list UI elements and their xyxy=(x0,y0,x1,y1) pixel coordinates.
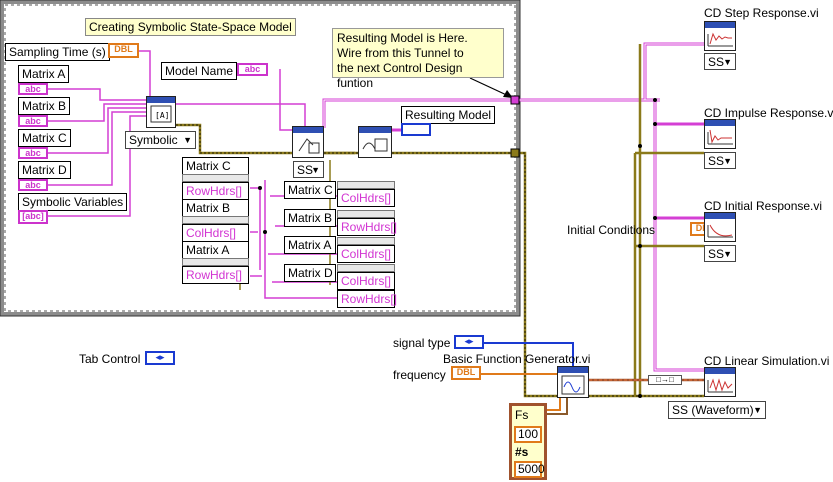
matrix-a-label: Matrix A xyxy=(18,65,70,83)
matrix-d-label: Matrix D xyxy=(18,161,71,179)
matrix-b-label: Matrix B xyxy=(18,97,71,115)
prop-title-matrix-b-right: Matrix B xyxy=(284,209,336,227)
tab-control-terminal[interactable]: ◂▸ xyxy=(145,351,175,365)
matrix-c-terminal[interactable]: abc xyxy=(18,147,48,159)
chevron-down-icon: ▼ xyxy=(723,156,732,166)
chevron-down-icon: ▼ xyxy=(183,135,192,145)
comment-line-1: Resulting Model is Here. xyxy=(337,31,468,45)
prop-colhdrs-b[interactable]: ColHdrs[] xyxy=(182,224,249,242)
linear-simulation-ring-value: SS (Waveform) xyxy=(672,403,754,417)
prop-colhdrs-c[interactable]: ColHdrs[] xyxy=(337,189,395,207)
symbolic-variables-label: Symbolic Variables xyxy=(18,193,128,211)
prop-ref-bar xyxy=(337,237,395,245)
sequence-frame-label: Creating Symbolic State-Space Model xyxy=(85,18,296,36)
prop-rowhdrs-c[interactable]: RowHdrs[] xyxy=(182,182,249,200)
initial-response-title: CD Initial Response.vi xyxy=(704,199,823,213)
fs-label: Fs xyxy=(515,408,529,422)
chevron-down-icon: ▼ xyxy=(723,249,732,259)
initial-response-ring-value: SS xyxy=(708,247,725,261)
linear-simulation-icon[interactable] xyxy=(704,367,736,397)
enum-icon: ◂▸ xyxy=(155,352,165,362)
signal-type-label: signal type xyxy=(393,336,451,350)
prop-colhdrs-d[interactable]: ColHdrs[] xyxy=(337,272,395,290)
chevron-down-icon: ▼ xyxy=(723,57,732,67)
fs-cluster: Fs 100 #s 5000 xyxy=(509,403,547,480)
frequency-label: frequency xyxy=(393,368,446,382)
prop-title-matrix-c: Matrix C xyxy=(182,157,249,175)
prop-title-matrix-a: Matrix A xyxy=(182,241,249,259)
impulse-response-title: CD Impulse Response.vi xyxy=(704,106,833,120)
prop-ref-bar xyxy=(337,181,395,189)
initial-response-icon[interactable] xyxy=(704,212,736,242)
left-property-nodes: Matrix C RowHdrs[] Matrix B ColHdrs[] Ma… xyxy=(182,157,249,285)
model-name-terminal[interactable]: abc xyxy=(237,63,268,76)
function-generator-icon[interactable] xyxy=(557,366,589,398)
impulse-response-icon[interactable] xyxy=(704,119,736,149)
ss-ring-middle[interactable]: SS ▼ xyxy=(293,161,324,178)
linear-simulation-ring[interactable]: SS (Waveform) ▼ xyxy=(668,401,766,419)
enum-icon: ◂▸ xyxy=(464,336,474,346)
sampling-time-label: Sampling Time (s) xyxy=(5,43,110,61)
resulting-model-terminal xyxy=(401,123,431,136)
signal-type-terminal[interactable]: ◂▸ xyxy=(454,335,484,349)
initial-conditions-label: Initial Conditions xyxy=(567,223,656,237)
tab-control-label: Tab Control xyxy=(79,352,141,366)
construct-ss-model-icon[interactable]: [A] xyxy=(146,96,176,128)
prop-title-matrix-a-right: Matrix A xyxy=(284,236,336,254)
step-response-ring[interactable]: SS ▼ xyxy=(704,53,736,70)
comment-line-3: the next Control Design funtion xyxy=(337,61,463,90)
generator-title: Basic Function Generator.vi xyxy=(443,352,591,366)
symbolic-ring[interactable]: Symbolic ▼ xyxy=(125,131,196,149)
matrix-d-terminal[interactable]: abc xyxy=(18,179,48,191)
prop-rowhdrs-d[interactable]: RowHdrs[] xyxy=(337,290,397,308)
prop-ref-bar xyxy=(182,174,249,182)
prop-title-matrix-b: Matrix B xyxy=(182,199,249,217)
model-name-label: Model Name xyxy=(161,62,238,80)
prop-title-matrix-c-right: Matrix C xyxy=(284,181,336,199)
impulse-response-ring[interactable]: SS ▼ xyxy=(704,152,736,169)
chevron-down-icon: ▼ xyxy=(311,165,320,175)
matrix-a-terminal[interactable]: abc xyxy=(18,83,48,95)
prop-ref-bar xyxy=(182,216,249,224)
impulse-response-ring-value: SS xyxy=(708,154,725,168)
arrow-right-icon: □→□ xyxy=(656,375,674,384)
comment-line-2: Wire from this Tunnel to xyxy=(337,46,464,60)
step-response-icon[interactable] xyxy=(704,21,736,51)
matrix-c-label: Matrix C xyxy=(18,129,71,147)
matrix-b-terminal[interactable]: abc xyxy=(18,115,48,127)
frequency-terminal[interactable]: DBL xyxy=(451,366,481,380)
prop-ref-bar xyxy=(337,264,395,272)
prop-ref-bar xyxy=(182,258,249,266)
svg-text:[A]: [A] xyxy=(155,111,169,120)
linear-simulation-title: CD Linear Simulation.vi xyxy=(704,354,830,368)
prop-ref-bar xyxy=(337,210,395,218)
resulting-model-label: Resulting Model xyxy=(401,106,496,124)
symbolic-variables-terminal[interactable]: [abc] xyxy=(18,210,48,224)
fs-value[interactable]: 100 xyxy=(514,426,542,443)
build-waveform-node[interactable]: □→□ xyxy=(648,375,682,385)
convert-model-icon[interactable] xyxy=(358,126,392,158)
initial-response-ring[interactable]: SS ▼ xyxy=(704,245,736,262)
prop-rowhdrs-a[interactable]: RowHdrs[] xyxy=(182,266,249,284)
prop-rowhdrs-b[interactable]: RowHdrs[] xyxy=(337,218,397,236)
prop-title-matrix-d: Matrix D xyxy=(284,264,336,282)
samples-label: #s xyxy=(515,445,529,459)
prop-colhdrs-a[interactable]: ColHdrs[] xyxy=(337,245,395,263)
samples-value[interactable]: 5000 xyxy=(514,461,545,478)
comment-note: Resulting Model is Here. Wire from this … xyxy=(332,28,504,90)
step-response-title: CD Step Response.vi xyxy=(704,6,819,20)
chevron-down-icon: ▼ xyxy=(753,405,762,415)
step-response-ring-value: SS xyxy=(708,55,725,69)
model-info-icon[interactable] xyxy=(292,126,324,158)
sampling-time-terminal[interactable]: DBL xyxy=(108,43,139,58)
symbolic-ring-value: Symbolic xyxy=(129,133,178,147)
